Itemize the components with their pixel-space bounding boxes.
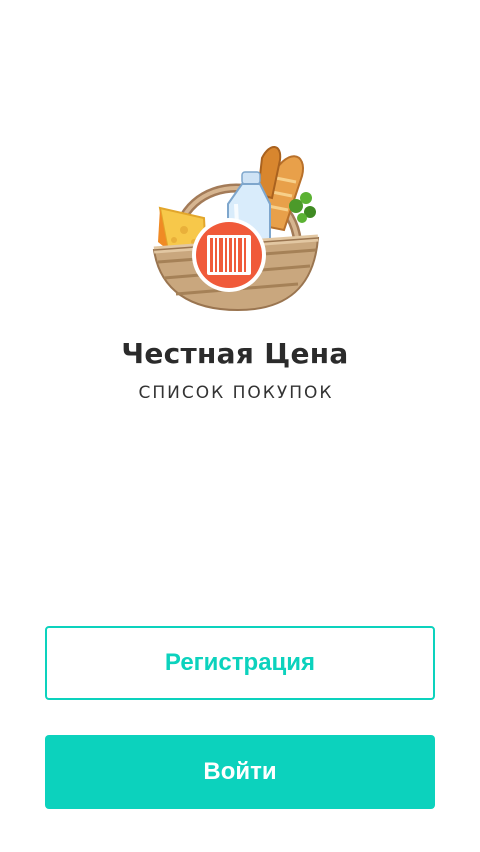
login-button[interactable]: Войти (45, 735, 435, 809)
app-logo (146, 138, 326, 318)
app-subtitle: СПИСОК ПОКУПОК (138, 383, 334, 403)
register-button-label: Регистрация (164, 649, 316, 676)
app-title: Честная Цена (121, 337, 349, 370)
register-button[interactable]: Регистрация (45, 626, 435, 700)
basket-barcode-icon (152, 146, 320, 312)
login-button-label: Войти (203, 758, 277, 785)
